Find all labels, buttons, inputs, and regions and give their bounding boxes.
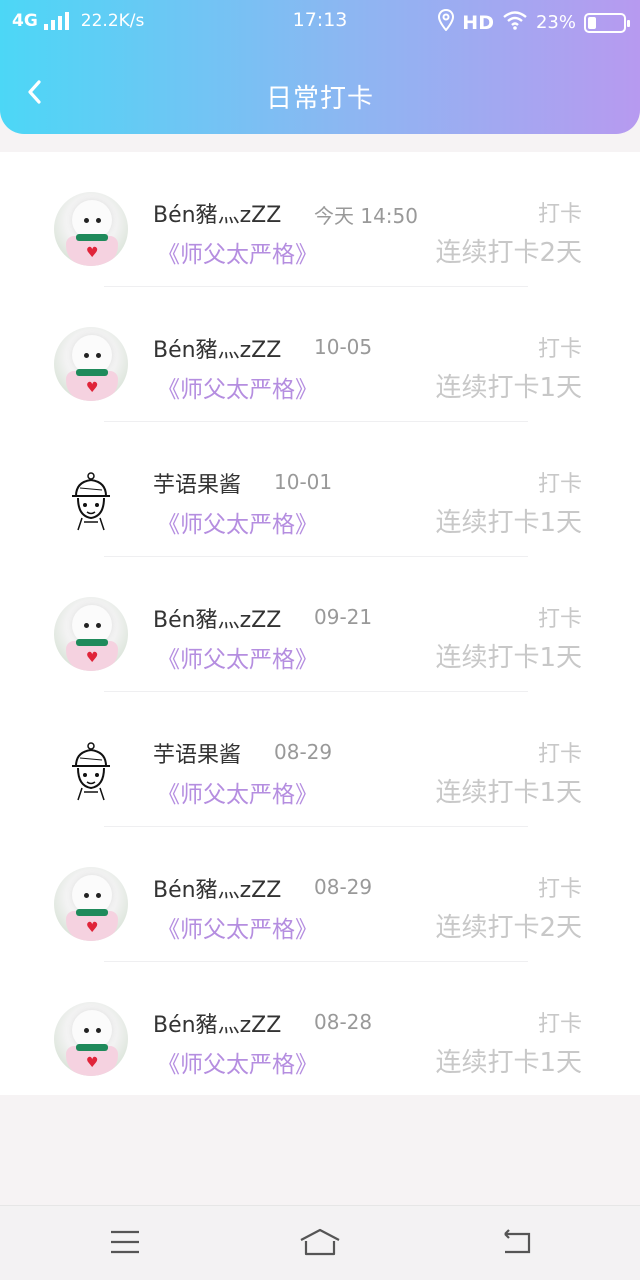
streak-text: 连续打卡2天	[435, 238, 582, 268]
page-title: 日常打卡	[265, 84, 374, 114]
user-name: Bén豬灬zZZ	[153, 878, 282, 903]
system-nav-bar	[0, 1205, 640, 1280]
home-icon	[299, 1227, 341, 1261]
checkin-label: 打卡	[537, 742, 582, 767]
user-name: Bén豬灬zZZ	[153, 338, 282, 363]
post-time: 08-28	[314, 1010, 373, 1034]
post-time: 10-05	[314, 335, 373, 359]
streak-text: 连续打卡1天	[435, 1048, 582, 1078]
checkin-row[interactable]: ♥ Bén豬灬zZZ 今天 14:50 《师父太严格》 打卡连续打卡2天	[0, 152, 640, 287]
checkin-row[interactable]: ♥ Bén豬灬zZZ 09-21 《师父太严格》 打卡连续打卡1天	[0, 557, 640, 692]
user-name: 芋语果酱	[153, 473, 242, 498]
checkin-row[interactable]: 芋语果酱 08-29 《师父太严格》 打卡连续打卡1天	[0, 692, 640, 827]
battery-fill	[588, 16, 596, 29]
book-title-link[interactable]: 《师父太严格》	[157, 505, 318, 539]
header: 4G 22.2K/s 17:13 HD 23% 日常打卡	[0, 0, 640, 134]
status-right: HD 23%	[438, 8, 630, 36]
menu-icon	[109, 1229, 141, 1259]
battery-icon	[584, 12, 630, 33]
checkin-label: 打卡	[537, 877, 582, 902]
status-bar: 4G 22.2K/s 17:13 HD 23%	[0, 0, 640, 44]
avatar[interactable]: ♥	[54, 1002, 128, 1076]
user-name: Bén豬灬zZZ	[153, 203, 282, 228]
wifi-icon	[502, 10, 528, 35]
empty-area	[0, 1095, 640, 1205]
post-time: 10-01	[274, 470, 333, 494]
book-title-link[interactable]: 《师父太严格》	[157, 1045, 318, 1079]
checkin-label: 打卡	[537, 337, 582, 362]
avatar[interactable]	[54, 462, 128, 536]
avatar[interactable]: ♥	[54, 327, 128, 401]
checkin-label: 打卡	[537, 202, 582, 227]
streak-text: 连续打卡1天	[435, 643, 582, 673]
user-name: Bén豬灬zZZ	[153, 1013, 282, 1038]
post-time: 08-29	[314, 875, 373, 899]
book-title-link[interactable]: 《师父太严格》	[157, 640, 318, 674]
checkin-row[interactable]: ♥ Bén豬灬zZZ 10-05 《师父太严格》 打卡连续打卡1天	[0, 287, 640, 422]
battery-percent: 23%	[535, 12, 576, 33]
user-name: Bén豬灬zZZ	[153, 608, 282, 633]
hd-indicator: HD	[462, 11, 494, 34]
streak-text: 连续打卡1天	[435, 778, 582, 808]
checkin-label: 打卡	[537, 1012, 582, 1037]
avatar[interactable]: ♥	[54, 867, 128, 941]
avatar[interactable]: ♥	[54, 597, 128, 671]
book-title-link[interactable]: 《师父太严格》	[157, 775, 318, 809]
checkin-label: 打卡	[537, 607, 582, 632]
user-name: 芋语果酱	[153, 743, 242, 768]
menu-button[interactable]	[105, 1224, 145, 1264]
streak-text: 连续打卡1天	[435, 508, 582, 538]
book-title-link[interactable]: 《师父太严格》	[157, 235, 318, 269]
nav-bar: 日常打卡	[0, 60, 640, 130]
avatar[interactable]	[54, 732, 128, 806]
avatar[interactable]: ♥	[54, 192, 128, 266]
post-time: 09-21	[314, 605, 373, 629]
checkin-list: ♥ Bén豬灬zZZ 今天 14:50 《师父太严格》 打卡 连续打卡2天 ♥ Bén豬灬zZ…	[0, 152, 640, 1097]
streak-text: 连续打卡1天	[435, 373, 582, 403]
location-icon	[438, 8, 455, 36]
post-time: 08-29	[274, 740, 333, 764]
book-title-link[interactable]: 《师父太严格》	[157, 370, 318, 404]
back-nav-button[interactable]	[496, 1224, 536, 1264]
streak-text: 连续打卡2天	[435, 913, 582, 943]
checkin-row[interactable]: ♥ Bén豬灬zZZ 08-29 《师父太严格》 打卡连续打卡2天	[0, 827, 640, 962]
home-button[interactable]	[300, 1224, 340, 1264]
checkin-row[interactable]: ♥ Bén豬灬zZZ 08-28 《师父太严格》 打卡连续打卡1天	[0, 962, 640, 1097]
back-arrow-icon	[499, 1228, 533, 1260]
post-time: 今天 14:50	[314, 204, 418, 228]
checkin-row[interactable]: 芋语果酱 10-01 《师父太严格》 打卡连续打卡1天	[0, 422, 640, 557]
book-title-link[interactable]: 《师父太严格》	[157, 910, 318, 944]
checkin-label: 打卡	[537, 472, 582, 497]
